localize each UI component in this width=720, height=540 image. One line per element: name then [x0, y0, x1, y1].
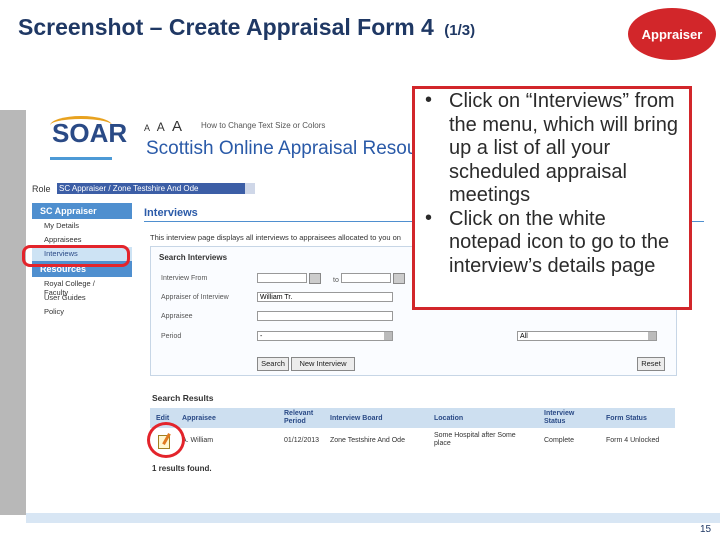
chevron-down-icon — [245, 183, 255, 194]
chevron-down-icon — [384, 332, 392, 340]
interviews-menu-highlight — [22, 245, 130, 267]
cell-interview-status: Complete — [544, 437, 574, 444]
search-results-title: Search Results — [152, 393, 214, 403]
col-relevant-period[interactable]: Relevant Period — [284, 410, 324, 426]
font-medium-button[interactable]: A — [157, 120, 165, 134]
table-row: A. William 01/12/2013 Zone Testshire And… — [150, 430, 675, 452]
search-button[interactable]: Search — [257, 357, 289, 371]
form-status-select[interactable]: All — [517, 331, 657, 341]
cell-location: Some Hospital after Some place — [434, 432, 516, 447]
appraisee-field[interactable] — [257, 311, 393, 321]
instruction-bullet-1: Click on “Interviews” from the menu, whi… — [425, 89, 679, 208]
col-interview-board[interactable]: Interview Board — [330, 415, 383, 423]
new-interview-button[interactable]: New Interview — [291, 357, 355, 371]
sidebar-item-policy[interactable]: Policy — [32, 305, 132, 319]
search-heading: Search Interviews — [159, 253, 228, 262]
cell-period: 01/12/2013 — [284, 437, 320, 444]
cell-appraisee: A. William — [182, 437, 214, 444]
role-select-value: SC Appraiser / Zone Testshire And Ode — [59, 184, 199, 193]
slide-title-text: Screenshot – Create Appraisal Form 4 — [18, 14, 434, 40]
period-select-value: - — [260, 333, 263, 340]
form-status-select-value: All — [520, 333, 528, 340]
slide-title-suffix: (1/3) — [444, 22, 476, 39]
cell-board: Zone Testshire And Ode — [330, 437, 405, 444]
instruction-bullet-2: Click on the white notepad icon to go to… — [425, 207, 679, 279]
page-intro: This interview page displays all intervi… — [150, 233, 401, 242]
logo-arc-bottom — [50, 145, 112, 160]
interview-to-field[interactable] — [341, 273, 391, 283]
sidebar-item-my-details[interactable]: My Details — [32, 219, 132, 233]
site-title: Scottish Online Appraisal Resource — [146, 138, 444, 159]
notepad-icon-highlight — [147, 422, 185, 458]
footer-strip — [26, 513, 720, 523]
text-size-link[interactable]: How to Change Text Size or Colors — [201, 121, 325, 130]
slide-title: Screenshot – Create Appraisal Form 4 (1/… — [18, 14, 475, 41]
sidebar-section-appraiser: SC Appraiser — [32, 203, 132, 219]
page-number: 15 — [700, 524, 712, 535]
col-form-status[interactable]: Form Status — [606, 415, 647, 423]
role-label: Role — [32, 184, 51, 194]
chevron-down-icon — [648, 332, 656, 340]
interview-from-label: Interview From — [161, 275, 208, 282]
appraisee-label: Appraisee — [161, 313, 193, 320]
interview-from-field[interactable] — [257, 273, 307, 283]
sidebar-item-royal-college[interactable]: Royal College / Faculty — [32, 277, 132, 297]
calendar-icon[interactable] — [393, 273, 405, 284]
interview-to-label: to — [333, 277, 339, 284]
appraiser-label: Appraiser of Interview — [161, 294, 229, 301]
results-header: Edit Appraisee Relevant Period Interview… — [150, 408, 675, 428]
period-label: Period — [161, 333, 182, 340]
font-large-button[interactable]: A — [172, 118, 182, 135]
appraiser-field[interactable]: William Tr. — [257, 292, 393, 302]
col-interview-status[interactable]: Interview Status — [544, 410, 584, 426]
period-select[interactable]: - — [257, 331, 393, 341]
font-size-controls: A A A — [144, 118, 186, 135]
cell-form-status: Form 4 Unlocked — [606, 437, 660, 444]
calendar-icon[interactable] — [309, 273, 321, 284]
appraiser-badge: Appraiser — [628, 8, 716, 60]
page-title: Interviews — [144, 207, 198, 219]
col-location[interactable]: Location — [434, 415, 463, 423]
role-select[interactable]: SC Appraiser / Zone Testshire And Ode — [57, 183, 255, 194]
screenshot-margin-left — [0, 110, 26, 515]
col-appraisee[interactable]: Appraisee — [182, 415, 216, 423]
font-small-button[interactable]: A — [144, 123, 150, 133]
results-count: 1 results found. — [152, 464, 212, 473]
reset-button[interactable]: Reset — [637, 357, 665, 371]
sidebar-item-user-guides[interactable]: User Guides — [32, 291, 132, 305]
instruction-callout: Click on “Interviews” from the menu, whi… — [412, 86, 692, 310]
